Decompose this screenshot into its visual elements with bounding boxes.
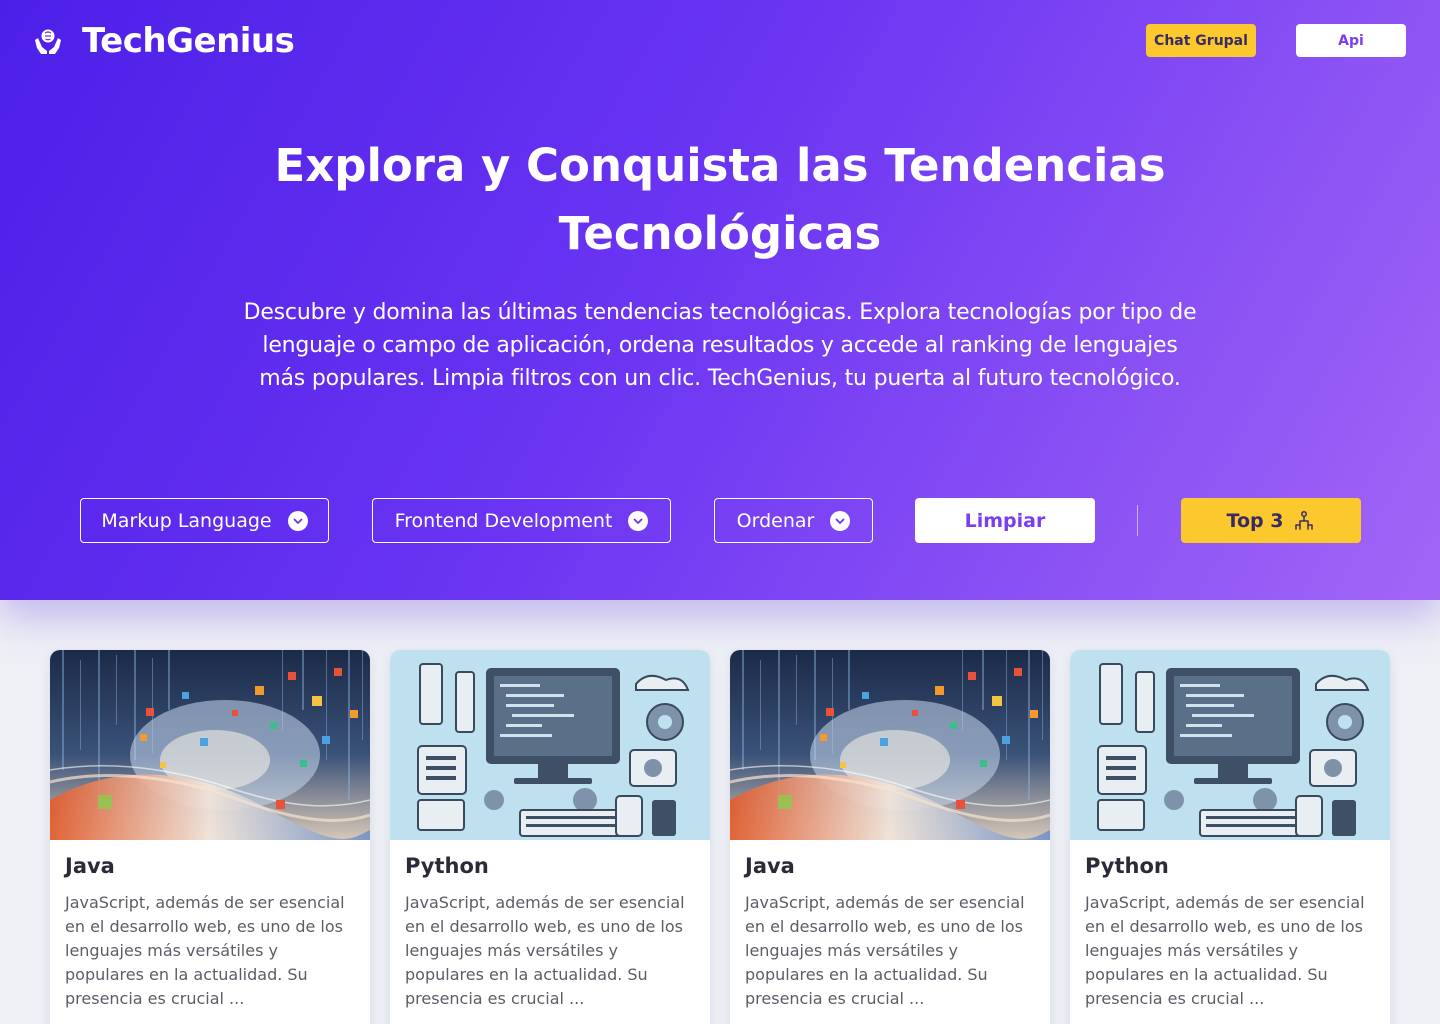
card-title: Python	[405, 854, 489, 878]
chat-grupal-button[interactable]: Chat Grupal	[1146, 24, 1256, 57]
top-3-label: Top 3	[1226, 509, 1284, 532]
card-title: Python	[1085, 854, 1169, 878]
card-description: JavaScript, además de ser esencial en el…	[1085, 893, 1365, 1008]
card-image	[730, 650, 1050, 840]
hero-description: Descubre y domina las últimas tendencias…	[243, 300, 1197, 391]
application-field-select-label: Frontend Development	[394, 509, 613, 532]
chevron-down-icon	[830, 510, 851, 531]
hero-section: TechGenius Chat Grupal Api Explora y Con…	[0, 0, 1440, 600]
brand-name: TechGenius	[82, 21, 295, 61]
podium-icon	[1295, 510, 1314, 530]
card-description: JavaScript, además de ser esencial en el…	[745, 893, 1025, 1008]
chevron-down-icon	[628, 510, 649, 531]
application-field-select[interactable]: Frontend Development	[372, 498, 671, 543]
chevron-down-icon	[287, 510, 308, 531]
clear-filters-button[interactable]: Limpiar	[915, 498, 1095, 543]
brain-hands-icon	[35, 29, 61, 54]
language-type-select-label: Markup Language	[101, 509, 272, 532]
api-button[interactable]: Api	[1296, 24, 1406, 57]
language-type-select[interactable]: Markup Language	[80, 498, 329, 543]
top-3-button[interactable]: Top 3	[1181, 498, 1361, 543]
technology-card[interactable]: Python JavaScript, además de ser esencia…	[1070, 650, 1390, 1024]
card-title: Java	[65, 854, 115, 878]
brand[interactable]: TechGenius	[32, 21, 295, 61]
card-description: JavaScript, además de ser esencial en el…	[65, 893, 345, 1008]
technology-card[interactable]: Python JavaScript, además de ser esencia…	[390, 650, 710, 1024]
card-description: JavaScript, además de ser esencial en el…	[405, 893, 685, 1008]
filter-divider	[1137, 505, 1138, 536]
card-title: Java	[745, 854, 795, 878]
technology-card[interactable]: Java JavaScript, además de ser esencial …	[50, 650, 370, 1024]
hero-title: Explora y Conquista las Tendencias Tecno…	[274, 139, 1166, 260]
order-select[interactable]: Ordenar	[714, 498, 873, 543]
order-select-label: Ordenar	[736, 509, 815, 532]
card-image	[390, 650, 710, 840]
card-image	[1070, 650, 1390, 840]
card-image	[50, 650, 370, 840]
technology-card[interactable]: Java JavaScript, además de ser esencial …	[730, 650, 1050, 1024]
